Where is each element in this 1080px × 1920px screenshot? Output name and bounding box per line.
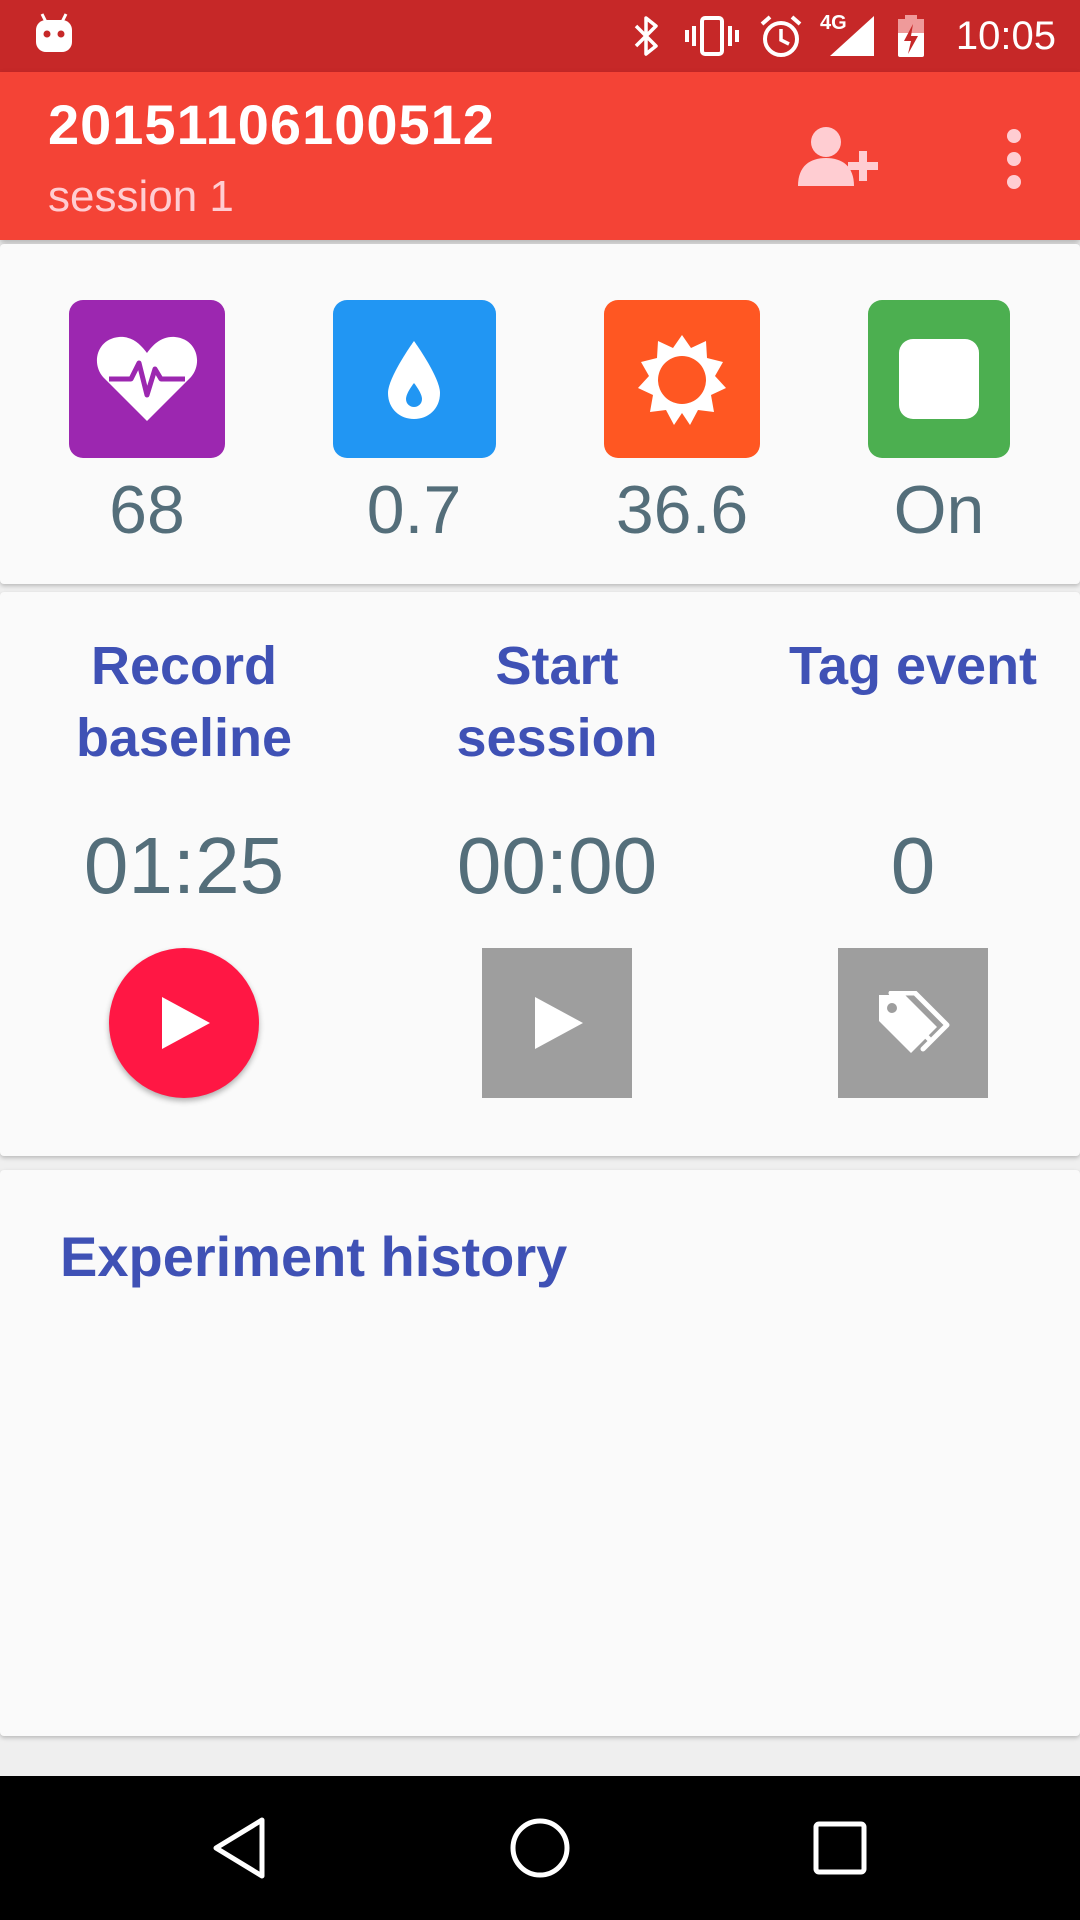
tags-icon — [879, 991, 950, 1053]
sensor-status[interactable]: On — [839, 300, 1039, 550]
back-icon[interactable] — [204, 1812, 276, 1884]
sensor-value: 0.7 — [366, 472, 462, 548]
temperature-tile — [604, 300, 760, 458]
sensor-value: 36.6 — [615, 472, 749, 548]
sun-icon — [638, 335, 726, 425]
app-bar: 20151106100512 session 1 — [0, 72, 1080, 240]
water-drop-icon — [388, 341, 440, 419]
action-label: Start session — [456, 636, 658, 768]
tag-event-section: Tag event 0 — [763, 630, 1063, 1098]
history-card: Experiment history — [0, 1170, 1080, 1736]
sensor-value: 68 — [109, 472, 185, 548]
tag-event-button[interactable] — [838, 948, 988, 1098]
history-title: Experiment history — [60, 1225, 568, 1288]
heart-rate-tile — [69, 300, 225, 458]
action-label: Record baseline — [75, 636, 293, 768]
vibrate-icon — [685, 16, 739, 56]
record-baseline-button[interactable] — [109, 948, 259, 1098]
bluetooth-icon — [634, 16, 658, 56]
water-tile — [332, 300, 496, 458]
start-session-button[interactable] — [482, 948, 632, 1098]
navigation-bar — [0, 1776, 1080, 1920]
action-label: Tag event — [788, 636, 1038, 696]
sensors-card: 68 0.7 36.6 On — [0, 244, 1080, 584]
page-title: 20151106100512 — [48, 93, 495, 156]
battery-icon — [898, 15, 924, 57]
recents-icon[interactable] — [804, 1812, 876, 1884]
signal-icon — [830, 16, 874, 56]
tag-counter: 0 — [890, 821, 936, 910]
clock: 10:05 — [955, 14, 1056, 58]
alarm-icon — [760, 15, 802, 57]
sensor-water[interactable]: 0.7 — [314, 300, 514, 550]
session-timer: 00:00 — [456, 821, 658, 910]
baseline-timer: 01:25 — [83, 821, 285, 910]
home-icon[interactable] — [504, 1812, 576, 1884]
sensor-heart-rate[interactable]: 68 — [47, 300, 247, 550]
heart-rate-icon — [96, 336, 198, 421]
play-icon — [535, 997, 583, 1049]
more-vert-icon[interactable] — [996, 124, 1032, 194]
page-subtitle: session 1 — [48, 172, 234, 221]
sensor-temperature[interactable]: 36.6 — [582, 300, 782, 550]
play-icon — [162, 997, 210, 1049]
add-user-icon[interactable] — [796, 124, 880, 194]
stop-square-icon — [899, 339, 979, 419]
android-icon — [36, 13, 72, 52]
actions-card: Record baseline 01:25 Start session 00:0… — [0, 592, 1080, 1156]
status-tile — [868, 300, 1010, 458]
status-bar: 4G 10:05 — [0, 0, 1080, 72]
sensor-value: On — [893, 472, 985, 548]
start-session-section: Start session 00:00 — [407, 630, 707, 1098]
record-baseline-section: Record baseline 01:25 — [34, 630, 334, 1098]
